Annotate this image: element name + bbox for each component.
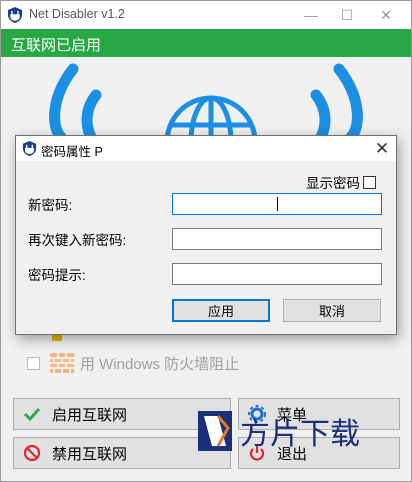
password-hint-label: 密码提示: — [28, 268, 86, 283]
watermark-text: 方片下载 — [240, 417, 360, 452]
check-icon — [22, 404, 42, 424]
show-password-checkbox[interactable] — [363, 175, 376, 189]
globe-icon — [164, 95, 258, 137]
dialog-titlebar: 密码属性 P ✕ — [16, 136, 396, 161]
wifi-right-icon — [310, 63, 363, 137]
app-title: Net Disabler v1.2 — [29, 7, 125, 21]
dialog-close-button[interactable]: ✕ — [368, 136, 396, 161]
wifi-left-icon — [49, 63, 102, 137]
show-password-option[interactable]: 显示密码 — [306, 172, 376, 192]
password-dialog: 密码属性 P ✕ 显示密码 新密码: 再次键入新密码: 密码提示: 应用 取消 — [15, 135, 397, 335]
watermark-logo: 方片下载 — [198, 411, 360, 452]
dialog-title: 密码属性 P — [41, 145, 103, 159]
maximize-button[interactable]: ☐ — [327, 1, 367, 29]
password-hint-field[interactable] — [172, 263, 382, 285]
prohibited-icon — [22, 443, 42, 463]
confirm-password-label: 再次键入新密码: — [28, 233, 127, 248]
cancel-button[interactable]: 取消 — [283, 299, 381, 322]
enable-internet-label: 启用互联网 — [52, 406, 128, 424]
show-password-label: 显示密码 — [306, 176, 360, 191]
status-bar: 互联网已启用 — [1, 29, 411, 57]
text-caret — [277, 197, 278, 211]
apply-button[interactable]: 应用 — [172, 299, 270, 322]
brick-wall-icon — [50, 353, 74, 373]
new-password-field[interactable] — [172, 193, 382, 215]
close-button[interactable]: ✕ — [366, 1, 406, 29]
new-password-label: 新密码: — [28, 198, 73, 213]
firewall-option[interactable]: 用 Windows 防火墙阻止 — [27, 351, 239, 375]
app-icon — [22, 140, 37, 157]
disable-internet-label: 禁用互联网 — [52, 445, 128, 463]
minimize-button[interactable]: — — [291, 1, 331, 29]
firewall-label: 用 Windows 防火墙阻止 — [80, 355, 240, 373]
firewall-checkbox[interactable] — [27, 356, 40, 370]
network-graphic — [49, 63, 363, 137]
confirm-password-field[interactable] — [172, 228, 382, 250]
app-icon — [8, 7, 22, 23]
main-titlebar: Net Disabler v1.2 — ☐ ✕ — [1, 1, 411, 29]
